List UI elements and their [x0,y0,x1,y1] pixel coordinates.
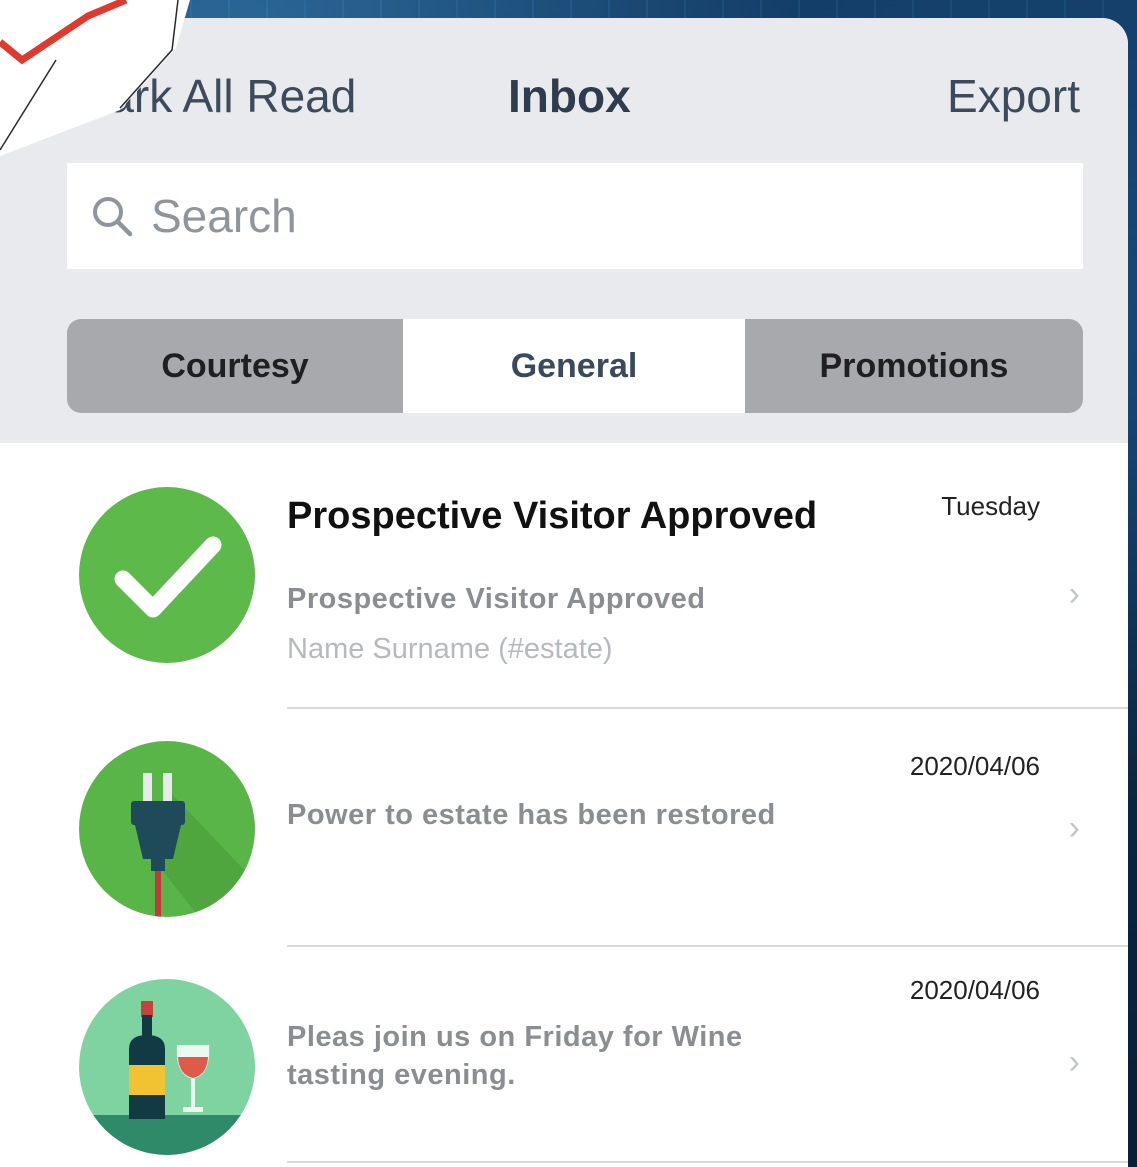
chevron-right-icon: › [1068,575,1080,613]
message-list: Prospective Visitor Approved Tuesday Pro… [0,443,1128,1167]
chevron-right-icon: › [1068,1043,1080,1081]
wine-icon [79,979,255,1155]
list-item[interactable]: 2020/04/06 Pleas join us on Friday for W… [0,947,1128,1167]
search-icon [89,193,135,239]
checkmark-icon [79,487,255,663]
search-bar[interactable] [67,163,1083,269]
message-title: Prospective Visitor Approved [287,495,818,537]
message-subtitle: Power to estate has been restored [287,799,776,831]
tab-courtesy[interactable]: Courtesy [67,319,403,413]
page-title: Inbox [508,70,631,122]
message-subtitle: Prospective Visitor Approved [287,583,706,615]
tab-general[interactable]: General [403,319,745,413]
envelope-icon [0,0,190,156]
chevron-right-icon: › [1068,809,1080,847]
row-divider [287,1161,1128,1163]
list-item[interactable]: 2020/04/06 Power to estate has been rest… [0,709,1128,947]
message-date: 2020/04/06 [909,751,1040,781]
message-subtitle-line-2: tasting evening. [287,1059,516,1091]
message-date: 2020/04/06 [909,975,1040,1005]
list-item[interactable]: Prospective Visitor Approved Tuesday Pro… [0,443,1128,709]
tab-promotions[interactable]: Promotions [745,319,1083,413]
power-plug-icon [79,741,255,917]
export-button[interactable]: Export [947,68,1080,124]
message-date: Tuesday [941,491,1040,521]
message-detail: Name Surname (#estate) [287,633,613,665]
inbox-screen: Mark All Read Inbox Export Courtesy Gene… [0,18,1128,1167]
category-segmented-control: Courtesy General Promotions [67,319,1083,413]
search-input[interactable] [149,188,1033,244]
message-subtitle-line-1: Pleas join us on Friday for Wine [287,1021,743,1053]
